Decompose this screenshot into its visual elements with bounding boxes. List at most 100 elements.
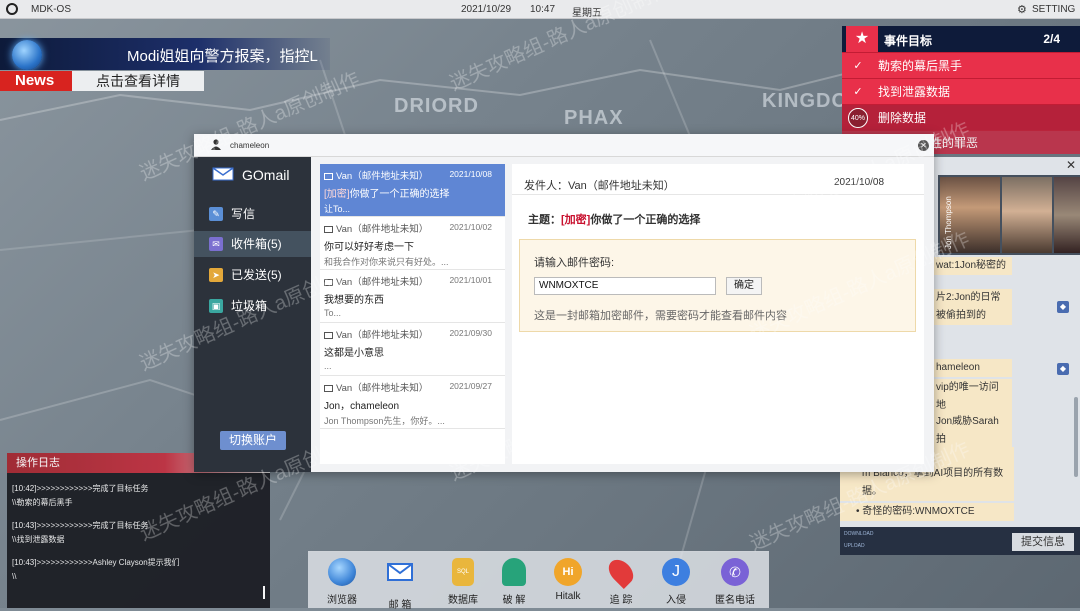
envelope-icon <box>324 385 333 392</box>
dock-label: 数据库 <box>448 595 478 606</box>
email-subject: [加密]你做了一个正确的选择 <box>324 189 450 200</box>
system-date: 2021/10/29 <box>461 4 512 15</box>
dock-app-mail[interactable]: 邮 箱 <box>374 558 426 611</box>
check-icon: ✓ <box>853 60 863 72</box>
password-hint: 这是一封邮箱加密邮件，需要密码才能查看邮件内容 <box>534 310 787 322</box>
trash-icon: ▣ <box>209 299 223 313</box>
clue-text: Jon威胁Sarah拍 <box>932 413 1012 449</box>
hitalk-icon: Hi <box>554 558 582 586</box>
dock-app-intrude[interactable]: J 入侵 <box>650 558 702 606</box>
dock-app-anonymous-call[interactable]: ✆ 匿名电话 <box>709 558 761 606</box>
pin-icon[interactable]: ◆ <box>1057 301 1069 313</box>
gomail-logo-icon <box>212 167 234 181</box>
goal-label: 勒索的幕后黑手 <box>878 59 963 73</box>
log-entry: [10:43]>>>>>>>>>>>>完成了目标任务 <box>12 521 149 530</box>
log-entry: [10:43]>>>>>>>>>>>>Ashley Clayson提示我们 <box>12 558 180 567</box>
system-time: 10:47 <box>530 4 556 15</box>
clue-text: vip的唯一访问地 <box>932 379 1012 415</box>
text-cursor <box>263 586 265 599</box>
switch-account-button[interactable]: 切换账户 <box>220 431 286 450</box>
menu-label: 收件箱(5) <box>231 237 282 251</box>
map-region-label: DRIORD <box>394 95 479 117</box>
close-icon[interactable]: ✕ <box>918 140 929 151</box>
check-icon: ✓ <box>853 86 863 98</box>
operation-log: 操作日志 [10:42]>>>>>>>>>>>>完成了目标任务 \\勒索的幕后黑… <box>7 453 270 608</box>
email-date: 2021/09/30 <box>449 328 492 338</box>
envelope-icon <box>324 332 333 339</box>
email-list-item[interactable]: Van（邮件地址未知） 2021/09/30 这都是小意思 ... <box>320 323 505 376</box>
mail-sidebar: GOmail ✎ 写信 ✉ 收件箱(5) ➤ 已发送(5) ▣ 垃圾箱 切换账户 <box>194 157 311 472</box>
log-entry: \\勒索的幕后黑手 <box>12 498 73 507</box>
divider <box>512 194 924 195</box>
gomail-window: chameleon ✕ GOmail ✎ 写信 ✉ 收件箱(5) ➤ 已发送(5… <box>194 134 934 472</box>
dock-label: Hitalk <box>555 591 581 602</box>
crack-icon <box>502 558 526 586</box>
dock-app-browser[interactable]: 浏览器 <box>316 558 368 606</box>
email-preview: ... <box>324 361 332 371</box>
news-detail-link[interactable]: 点击查看详情 <box>72 71 204 91</box>
database-icon: SQL <box>452 558 474 586</box>
clue-text: wat:1Jon秘密的 <box>932 257 1012 275</box>
progress-badge: 40% <box>848 108 868 128</box>
system-weekday: 星期五 <box>572 8 602 19</box>
dock-label: 邮 箱 <box>388 600 412 611</box>
goal-label: 找到泄露数据 <box>878 85 951 99</box>
menu-trash[interactable]: ▣ 垃圾箱 <box>194 293 311 319</box>
envelope-icon <box>324 279 333 286</box>
email-detail-subject: 主题：[加密]你做了一个正确的选择 <box>528 214 701 226</box>
hook-icon: J <box>662 558 690 586</box>
email-date: 2021/10/01 <box>449 275 492 285</box>
email-date: 2021/10/02 <box>449 222 492 232</box>
send-icon: ➤ <box>209 268 223 282</box>
dock-app-track[interactable]: 追 踪 <box>595 555 647 606</box>
dock-app-hitalk[interactable]: Hi Hitalk <box>542 558 594 602</box>
upload-label: UPLOAD <box>844 543 865 549</box>
dock-app-crack[interactable]: 破 解 <box>488 558 540 606</box>
gear-icon[interactable]: ⚙ <box>1017 3 1027 16</box>
password-input[interactable]: WNMOXTCE <box>534 277 716 295</box>
news-headline[interactable]: Modi姐姐向警方报案，指控L <box>127 45 318 66</box>
goal-item[interactable]: ✓ 勒索的幕后黑手 <box>842 52 1080 78</box>
system-top-bar: MDK-OS 2021/10/29 10:47 星期五 ⚙ SETTING <box>0 0 1080 19</box>
goal-label: 删除数据 <box>878 111 927 125</box>
menu-label: 写信 <box>231 207 256 221</box>
log-entry: \\ <box>12 572 17 581</box>
photo-thumbnail[interactable] <box>1054 177 1080 253</box>
setting-button[interactable]: SETTING <box>1032 4 1075 15</box>
dock-app-database[interactable]: SQL 数据库 <box>437 558 489 606</box>
app-name: GOmail <box>242 167 290 183</box>
email-list-item[interactable]: Van（邮件地址未知） 2021/10/01 我想要的东西 To... <box>320 270 505 323</box>
email-from: 发件人：Van（邮件地址未知） <box>524 180 675 192</box>
email-detail: 发件人：Van（邮件地址未知） 2021/10/08 主题：[加密]你做了一个正… <box>512 164 924 464</box>
map-region-label: PHAX <box>564 107 624 129</box>
email-subject: 你可以好好考虑一下 <box>324 242 414 253</box>
photo-thumbnail[interactable] <box>1002 177 1052 253</box>
globe-icon <box>12 40 42 70</box>
menu-compose[interactable]: ✎ 写信 <box>194 201 311 227</box>
email-list-item[interactable]: Van（邮件地址未知） 2021/09/27 Jon，chameleon Jon… <box>320 376 505 429</box>
menu-sent[interactable]: ➤ 已发送(5) <box>194 262 311 288</box>
confirm-button[interactable]: 确定 <box>726 277 762 295</box>
email-subject: 我想要的东西 <box>324 295 384 306</box>
email-list-item[interactable]: Van（邮件地址未知） 2021/10/02 你可以好好考虑一下 和我合作对你来… <box>320 217 505 270</box>
menu-inbox[interactable]: ✉ 收件箱(5) <box>194 231 311 257</box>
goal-item[interactable]: 40% 删除数据 <box>842 104 1080 130</box>
menu-label: 垃圾箱 <box>231 299 268 313</box>
download-label: DOWNLOAD <box>844 531 874 537</box>
envelope-icon <box>324 226 333 233</box>
email-list-item[interactable]: Van（邮件地址未知） 2021/10/08 [加密]你做了一个正确的选择 让T… <box>320 164 505 217</box>
close-icon[interactable]: ✕ <box>1066 158 1076 172</box>
pin-icon[interactable]: ◆ <box>1057 363 1069 375</box>
email-date: 2021/10/08 <box>449 169 492 179</box>
phone-icon: ✆ <box>721 558 749 586</box>
os-name: MDK-OS <box>31 4 71 15</box>
clue-text: 被偷拍到的 <box>932 307 1012 325</box>
track-icon <box>604 555 638 589</box>
submit-button[interactable]: 提交信息 <box>1012 533 1074 551</box>
email-date: 2021/09/27 <box>449 381 492 391</box>
scrollbar[interactable] <box>1074 397 1078 477</box>
email-preview: To... <box>324 308 342 318</box>
goal-item[interactable]: ✓ 找到泄露数据 <box>842 78 1080 104</box>
window-title-bar[interactable]: chameleon ✕ <box>194 134 934 157</box>
dock-label: 入侵 <box>666 595 686 606</box>
